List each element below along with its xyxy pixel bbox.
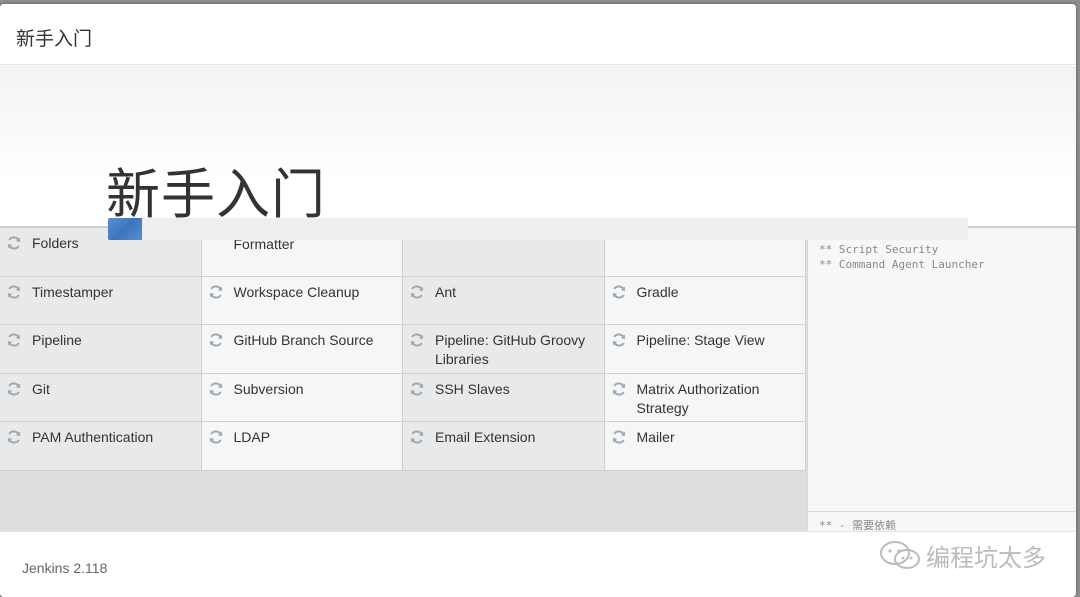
plugin-item: Pipeline bbox=[0, 325, 202, 374]
plugin-name: Folders bbox=[32, 235, 79, 251]
refresh-icon bbox=[209, 284, 222, 299]
plugin-name: Subversion bbox=[233, 380, 304, 397]
dialog-footer: Jenkins 2.118 编程坑太多 bbox=[0, 531, 1076, 597]
plugin-name: Pipeline bbox=[32, 332, 82, 348]
refresh-icon bbox=[612, 381, 625, 396]
install-progress-bar bbox=[108, 218, 968, 240]
plugin-name: Ant bbox=[435, 283, 457, 300]
refresh-icon bbox=[410, 333, 424, 347]
dependency-legend: ** - 需要依赖 bbox=[808, 511, 1076, 533]
plugin-item: Subversion bbox=[201, 373, 403, 422]
refresh-icon bbox=[7, 236, 21, 250]
plugin-item: Ant bbox=[403, 276, 605, 325]
plugin-name: Git bbox=[32, 380, 50, 397]
plugin-name: Pipeline: GitHub Groovy Libraries bbox=[435, 332, 586, 367]
watermark: 编程坑太多 bbox=[878, 538, 1046, 573]
plugin-name: Matrix Authorization Strategy bbox=[636, 380, 760, 416]
jenkins-version: Jenkins 2.118 bbox=[22, 560, 108, 576]
plugin-install-area: FoldersOWASP Markup FormatterBuild Timeo… bbox=[0, 226, 1076, 533]
refresh-icon bbox=[612, 333, 625, 347]
refresh-icon bbox=[209, 381, 222, 396]
plugin-item: Git bbox=[0, 373, 202, 422]
log-line: ** Script Security bbox=[819, 243, 939, 256]
plugin-item: SSH Slaves bbox=[403, 373, 605, 422]
plugin-name: LDAP bbox=[233, 429, 271, 445]
refresh-icon bbox=[209, 333, 222, 347]
plugin-item: Pipeline: Stage View bbox=[604, 325, 806, 374]
plugin-item: Pipeline: GitHub Groovy Libraries bbox=[403, 325, 605, 374]
refresh-icon bbox=[410, 381, 424, 396]
plugin-name: Timestamper bbox=[32, 283, 114, 300]
setup-wizard-dialog: 新手入门 新手入门 FoldersOWASP Markup FormatterB… bbox=[0, 4, 1076, 597]
refresh-icon bbox=[7, 381, 21, 396]
plugin-item: Mailer bbox=[604, 422, 806, 471]
plugin-item: Workspace Cleanup bbox=[201, 276, 403, 325]
plugin-name: SSH Slaves bbox=[435, 380, 510, 397]
plugin-name: Pipeline: Stage View bbox=[636, 332, 765, 348]
plugin-item: PAM Authentication bbox=[0, 422, 202, 471]
plugin-item: GitHub Branch Source bbox=[201, 325, 403, 374]
plugin-grid: FoldersOWASP Markup FormatterBuild Timeo… bbox=[0, 228, 806, 471]
plugin-name: GitHub Branch Source bbox=[233, 332, 374, 348]
refresh-icon bbox=[7, 333, 21, 347]
refresh-icon bbox=[7, 430, 21, 444]
plugin-item: Timestamper bbox=[0, 276, 202, 325]
plugin-name: Gradle bbox=[636, 283, 679, 300]
refresh-icon bbox=[410, 430, 424, 444]
refresh-icon bbox=[410, 284, 424, 299]
plugin-item: Gradle bbox=[604, 276, 806, 325]
refresh-icon bbox=[612, 430, 625, 444]
dialog-title: 新手入门 bbox=[16, 29, 93, 50]
plugin-name: Workspace Cleanup bbox=[233, 283, 360, 300]
refresh-icon bbox=[612, 284, 625, 299]
plugin-item: LDAP bbox=[201, 422, 403, 471]
install-progress-fill bbox=[108, 218, 143, 240]
wechat-icon bbox=[880, 540, 920, 569]
log-line: ** Command Agent Launcher bbox=[819, 258, 985, 271]
dialog-header: 新手入门 bbox=[0, 4, 1076, 65]
plugin-name: PAM Authentication bbox=[32, 429, 154, 445]
plugin-item: Matrix Authorization Strategy bbox=[604, 373, 806, 422]
plugin-item: Email Extension bbox=[403, 422, 605, 471]
watermark-text: 编程坑太多 bbox=[926, 545, 1046, 572]
install-log-panel[interactable]: ** Script Security ** Command Agent Launc… bbox=[807, 228, 1076, 533]
refresh-icon bbox=[7, 284, 21, 299]
hero-banner: 新手入门 bbox=[0, 66, 1076, 226]
plugin-name: Mailer bbox=[636, 429, 675, 445]
install-log-lines: ** Script Security ** Command Agent Launc… bbox=[808, 242, 985, 272]
refresh-icon bbox=[209, 430, 222, 444]
plugin-name: Email Extension bbox=[435, 429, 536, 445]
